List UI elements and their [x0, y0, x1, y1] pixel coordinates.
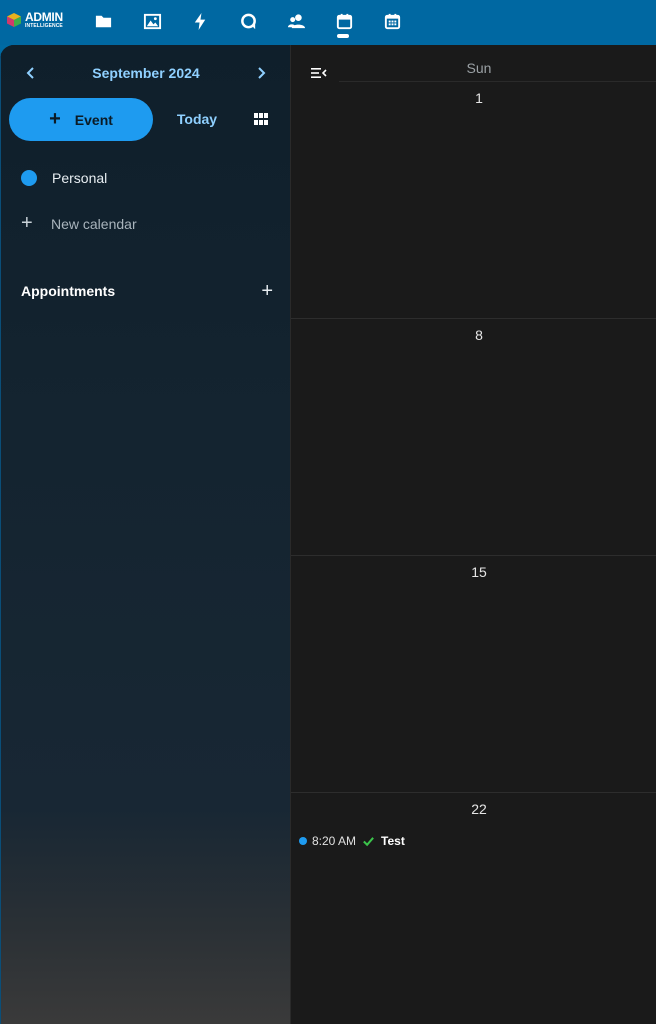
day-number[interactable]: 22 [291, 801, 656, 817]
photos-icon[interactable] [141, 10, 163, 32]
appointments-section: Appointments + [21, 279, 273, 303]
day-number[interactable]: 15 [291, 564, 656, 580]
month-navigation: September 2024 [1, 59, 291, 87]
week-row[interactable]: 15 [291, 556, 656, 793]
talk-icon[interactable] [237, 10, 259, 32]
week-row[interactable]: 22 8:20 AM Test [291, 793, 656, 1024]
event-time: 8:20 AM [312, 834, 357, 848]
logo-text-admin: ADMIN [25, 10, 63, 24]
files-icon[interactable] [92, 10, 114, 32]
calendar-grid-icon[interactable] [381, 10, 403, 32]
contacts-icon[interactable] [285, 10, 307, 32]
event-title: Test [381, 834, 405, 848]
new-event-button[interactable]: + Event [9, 98, 153, 141]
app-navigation: September 2024 + Event Today Personal + … [0, 45, 290, 1024]
calendar-color-dot[interactable] [21, 170, 37, 186]
calendar-event[interactable]: 8:20 AM Test [299, 832, 405, 850]
event-calendar-dot [299, 837, 307, 845]
calendar-item-label: Personal [52, 170, 108, 186]
week-row[interactable]: 1 [291, 82, 656, 319]
plus-icon: + [49, 107, 61, 130]
chevron-left-icon [26, 67, 34, 79]
calendar-icon[interactable] [333, 10, 355, 32]
plus-icon: + [21, 212, 33, 234]
day-number[interactable]: 8 [291, 327, 656, 343]
calendar-item-personal[interactable]: Personal [21, 165, 271, 191]
week-row[interactable]: 8 [291, 319, 656, 556]
checkmark-icon [363, 836, 374, 846]
current-month-label[interactable]: September 2024 [92, 65, 199, 81]
grid-icon [254, 113, 268, 125]
active-app-indicator [337, 34, 349, 38]
previous-month-button[interactable] [23, 65, 39, 81]
new-event-label: Event [74, 111, 113, 128]
chevron-right-icon [258, 67, 266, 79]
admin-intelligence-logo[interactable]: ADMIN INTELLIGENCE [6, 10, 68, 30]
next-month-button[interactable] [253, 65, 269, 81]
view-picker-button[interactable] [251, 109, 271, 129]
calendar-main-view: Sun 1 8 15 22 8:20 AM Test [290, 45, 656, 1024]
top-app-bar: ADMIN INTELLIGENCE [0, 0, 656, 45]
collapse-menu-icon [311, 68, 327, 78]
today-button[interactable]: Today [161, 107, 233, 131]
new-calendar-label: New calendar [51, 216, 137, 232]
day-column-header: Sun [466, 60, 492, 76]
logo-cube-icon [7, 13, 21, 27]
toggle-navigation-button[interactable] [309, 64, 329, 82]
activity-icon[interactable] [189, 10, 211, 32]
new-calendar-button[interactable]: + New calendar [21, 211, 271, 237]
add-appointment-button[interactable]: + [261, 281, 273, 301]
appointments-heading: Appointments [21, 283, 116, 299]
logo-text-intelligence: INTELLIGENCE [25, 23, 63, 29]
calendar-app: September 2024 + Event Today Personal + … [0, 45, 656, 1024]
day-number[interactable]: 1 [291, 90, 656, 106]
